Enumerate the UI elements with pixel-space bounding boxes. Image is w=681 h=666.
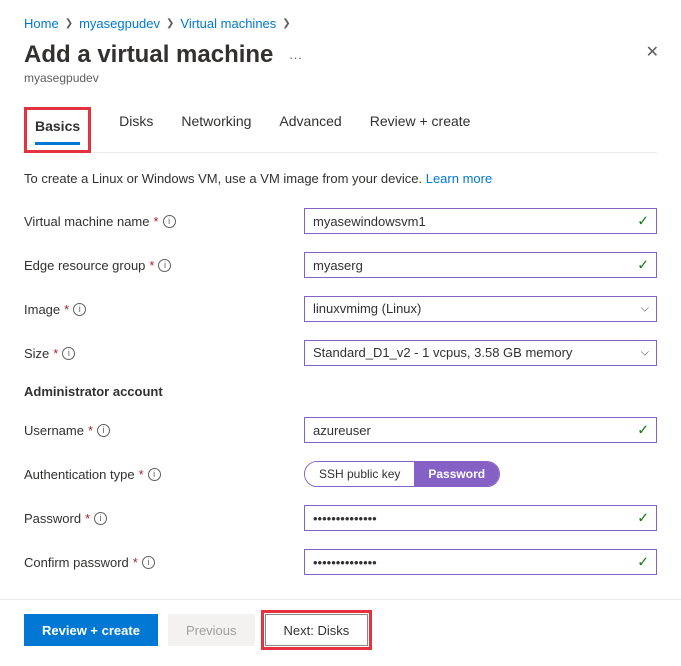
previous-button: Previous	[168, 614, 255, 646]
resource-group-input[interactable]	[304, 252, 657, 278]
description: To create a Linux or Windows VM, use a V…	[24, 171, 657, 186]
chevron-right-icon: ❯	[65, 18, 73, 29]
username-input[interactable]	[304, 417, 657, 443]
image-select[interactable]: linuxvmimg (Linux)	[304, 296, 657, 322]
vm-name-input[interactable]	[304, 208, 657, 234]
password-input[interactable]	[304, 505, 657, 531]
info-icon[interactable]: i	[97, 424, 110, 437]
info-icon[interactable]: i	[73, 303, 86, 316]
admin-section-heading: Administrator account	[24, 384, 657, 399]
required-icon: *	[64, 302, 69, 317]
auth-ssh-option[interactable]: SSH public key	[305, 462, 414, 486]
auth-type-toggle: SSH public key Password	[304, 461, 500, 487]
page-subtitle: myasegpudev	[24, 71, 657, 85]
more-icon[interactable]: ···	[289, 50, 302, 65]
close-icon: ✕	[646, 44, 659, 61]
tab-basics[interactable]: Basics	[35, 112, 80, 144]
breadcrumb: Home ❯ myasegpudev ❯ Virtual machines ❯	[24, 16, 657, 31]
confirm-password-label: Confirm password	[24, 555, 129, 570]
tab-disks[interactable]: Disks	[119, 107, 153, 152]
tab-advanced[interactable]: Advanced	[279, 107, 341, 152]
next-disks-button[interactable]: Next: Disks	[265, 614, 369, 646]
required-icon: *	[149, 258, 154, 273]
footer-bar: Review + create Previous Next: Disks	[0, 599, 681, 666]
tab-review[interactable]: Review + create	[370, 107, 471, 152]
chevron-right-icon: ❯	[282, 18, 290, 29]
password-label: Password	[24, 511, 81, 526]
info-icon[interactable]: i	[142, 556, 155, 569]
breadcrumb-vms[interactable]: Virtual machines	[180, 16, 276, 31]
confirm-password-input[interactable]	[304, 549, 657, 575]
tab-basics-highlight: Basics	[24, 107, 91, 153]
info-icon[interactable]: i	[94, 512, 107, 525]
info-icon[interactable]: i	[148, 468, 161, 481]
breadcrumb-home[interactable]: Home	[24, 16, 59, 31]
image-label: Image	[24, 302, 60, 317]
review-create-button[interactable]: Review + create	[24, 614, 158, 646]
vm-name-label: Virtual machine name	[24, 214, 150, 229]
close-button[interactable]: ✕	[646, 42, 659, 62]
auth-type-label: Authentication type	[24, 467, 135, 482]
breadcrumb-resource[interactable]: myasegpudev	[79, 16, 160, 31]
tab-bar: Basics Disks Networking Advanced Review …	[24, 107, 657, 153]
required-icon: *	[53, 346, 58, 361]
chevron-right-icon: ❯	[166, 18, 174, 29]
info-icon[interactable]: i	[158, 259, 171, 272]
required-icon: *	[88, 423, 93, 438]
required-icon: *	[133, 555, 138, 570]
required-icon: *	[154, 214, 159, 229]
info-icon[interactable]: i	[62, 347, 75, 360]
resource-group-label: Edge resource group	[24, 258, 145, 273]
username-label: Username	[24, 423, 84, 438]
auth-password-option[interactable]: Password	[414, 462, 499, 486]
page-title: Add a virtual machine	[24, 41, 273, 69]
required-icon: *	[139, 467, 144, 482]
learn-more-link[interactable]: Learn more	[426, 171, 492, 186]
required-icon: *	[85, 511, 90, 526]
tab-networking[interactable]: Networking	[181, 107, 251, 152]
info-icon[interactable]: i	[163, 215, 176, 228]
size-label: Size	[24, 346, 49, 361]
size-select[interactable]: Standard_D1_v2 - 1 vcpus, 3.58 GB memory	[304, 340, 657, 366]
